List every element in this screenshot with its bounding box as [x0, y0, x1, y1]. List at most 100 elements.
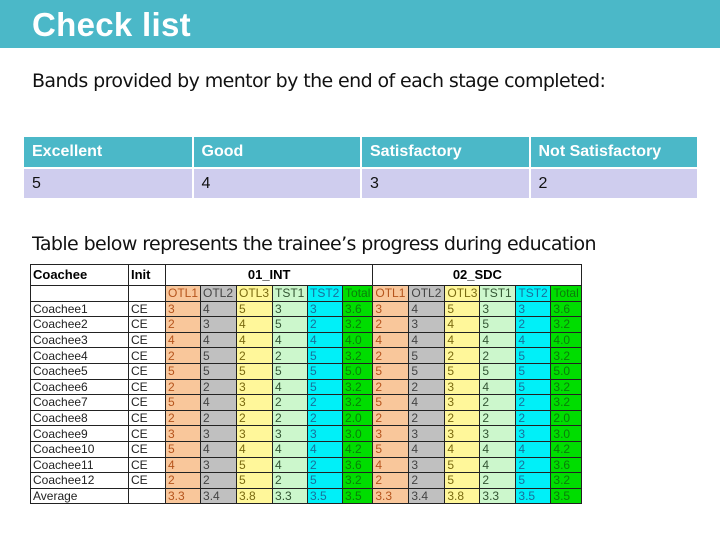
score-cell-sdc-total: 3.2 [550, 378, 583, 396]
score-cell-int-tst1: 2 [272, 409, 309, 427]
score-cell-int-total: 3.2 [342, 394, 374, 411]
score-cell-int-tst1: 2 [272, 347, 309, 364]
group-header-int: 01_INT [164, 264, 374, 286]
table-row: Coachee7 CE 5 4 3 2 2 3.2 5 4 3 2 2 3.2 [30, 394, 583, 411]
score-cell-sdc-total: 3.6 [550, 456, 583, 474]
score-cell-sdc-total: 5.0 [550, 362, 583, 380]
table-row: Coachee2 CE 2 3 4 5 2 3.2 2 3 4 5 2 3.2 [30, 316, 583, 333]
score-cell-sdc-tst1: 2 [479, 347, 517, 364]
page-title: Check list [32, 6, 191, 43]
init-cell: CE [128, 378, 166, 396]
init-cell: CE [128, 316, 166, 333]
score-cell-sdc-otl2: 5 [408, 347, 446, 364]
score-cell-int-tst1: 5 [272, 316, 309, 333]
score-cell-int-otl3: 3 [236, 425, 274, 442]
score-cell-int-tst1: 2 [272, 472, 309, 489]
average-row: Average 3.3 3.4 3.8 3.3 3.5 3.5 3.3 3.4 3.8 3.3 3.5… [30, 487, 583, 505]
score-cell-sdc-otl1: 3.3 [372, 487, 410, 505]
coachee-name-cell: Coachee5 [30, 362, 129, 380]
init-column-header: Init [128, 264, 166, 286]
score-cell-sdc-otl2: 5 [408, 362, 446, 380]
score-cell-int-total: 3.2 [342, 347, 374, 364]
score-cell-int-tst2: 3.5 [307, 487, 344, 505]
coachee-name-cell: Coachee2 [30, 316, 129, 333]
score-cell-int-total: 3.2 [342, 472, 374, 489]
score-cell-int-otl2: 5 [200, 347, 238, 364]
score-cell-int-otl3: 5 [236, 362, 274, 380]
score-cell-int-otl3: 4 [236, 331, 274, 349]
score-cell-sdc-otl3: 2 [444, 409, 481, 427]
subcol-header-sdc-otl3: OTL3 [444, 285, 481, 302]
score-cell-sdc-otl2: 3 [408, 456, 446, 474]
empty-header-cell [30, 285, 129, 302]
score-cell-int-otl3: 5 [236, 456, 274, 474]
score-cell-int-otl2: 3.4 [200, 487, 238, 505]
subcol-header-int-tst1: TST1 [272, 285, 309, 302]
score-cell-sdc-otl1: 2 [372, 316, 410, 333]
score-cell-int-otl1: 2 [164, 409, 202, 427]
score-cell-sdc-tst2: 2 [515, 456, 552, 474]
score-cell-int-otl2: 2 [200, 378, 238, 396]
score-cell-sdc-otl1: 2 [372, 472, 410, 489]
score-cell-sdc-otl3: 3.8 [444, 487, 481, 505]
score-cell-sdc-otl1: 5 [372, 394, 410, 411]
score-cell-sdc-tst2: 3.5 [515, 487, 552, 505]
score-cell-sdc-otl3: 4 [444, 331, 481, 349]
init-cell: CE [128, 472, 166, 489]
score-cell-int-total: 3.6 [342, 456, 374, 474]
score-cell-int-otl2: 4 [200, 300, 238, 318]
score-cell-sdc-tst1: 4 [479, 456, 517, 474]
score-cell-int-otl1: 3.3 [164, 487, 202, 505]
init-cell: CE [128, 456, 166, 474]
score-cell-sdc-otl1: 2 [372, 378, 410, 396]
score-cell-sdc-otl3: 3 [444, 394, 481, 411]
band-header-good: Good [192, 137, 362, 169]
score-cell-int-otl1: 2 [164, 316, 202, 333]
score-cell-sdc-tst1: 4 [479, 378, 517, 396]
score-cell-sdc-total: 3.2 [550, 347, 583, 364]
score-cell-int-tst1: 3 [272, 300, 309, 318]
subcol-header-sdc-tst2: TST2 [515, 285, 552, 302]
init-cell: CE [128, 300, 166, 318]
score-cell-int-otl3: 3.8 [236, 487, 274, 505]
score-cell-sdc-tst1: 4 [479, 440, 517, 458]
score-cell-sdc-otl3: 2 [444, 347, 481, 364]
progress-group-header-row: Coachee Init 01_INT 02_SDC [30, 264, 583, 286]
score-cell-int-otl1: 5 [164, 394, 202, 411]
band-value-good: 4 [192, 168, 362, 198]
score-cell-sdc-tst2: 2 [515, 409, 552, 427]
score-cell-sdc-otl2: 3 [408, 316, 446, 333]
score-cell-int-tst2: 2 [307, 394, 344, 411]
bands-intro-text: Bands provided by mentor by the end of e… [32, 70, 606, 92]
init-cell [128, 487, 166, 505]
score-cell-sdc-tst2: 5 [515, 378, 552, 396]
coachee-name-cell: Coachee6 [30, 378, 129, 396]
score-cell-sdc-total: 4.0 [550, 331, 583, 349]
score-cell-sdc-tst2: 2 [515, 394, 552, 411]
score-cell-int-total: 3.6 [342, 300, 374, 318]
score-cell-sdc-tst2: 5 [515, 362, 552, 380]
score-cell-sdc-tst1: 4 [479, 331, 517, 349]
init-cell: CE [128, 440, 166, 458]
score-cell-int-tst1: 4 [272, 378, 309, 396]
group-header-sdc: 02_SDC [372, 264, 583, 286]
score-cell-int-total: 4.2 [342, 440, 374, 458]
score-cell-sdc-otl1: 3 [372, 425, 410, 442]
score-cell-int-otl3: 2 [236, 409, 274, 427]
score-cell-sdc-otl3: 3 [444, 378, 481, 396]
score-cell-int-otl2: 3 [200, 425, 238, 442]
progress-subheader-row: OTL1 OTL2 OTL3 TST1 TST2 Total OTL1 OTL2 OTL3 TST… [30, 285, 583, 302]
table-row: Coachee10 CE 5 4 4 4 4 4.2 5 4 4 4 4 4.2 [30, 440, 583, 458]
score-cell-int-otl3: 4 [236, 440, 274, 458]
score-cell-sdc-otl2: 4 [408, 440, 446, 458]
score-cell-int-tst2: 2 [307, 456, 344, 474]
score-cell-int-tst2: 2 [307, 316, 344, 333]
score-cell-sdc-total: 3.5 [550, 487, 583, 505]
bands-header-row: Excellent Good Satisfactory Not Satisfac… [24, 137, 699, 169]
table-row: Coachee8 CE 2 2 2 2 2 2.0 2 2 2 2 2 2.0 [30, 409, 583, 427]
init-cell: CE [128, 362, 166, 380]
score-cell-int-otl3: 5 [236, 472, 274, 489]
score-cell-sdc-tst1: 2 [479, 394, 517, 411]
score-cell-int-otl2: 4 [200, 440, 238, 458]
score-cell-sdc-total: 3.0 [550, 425, 583, 442]
